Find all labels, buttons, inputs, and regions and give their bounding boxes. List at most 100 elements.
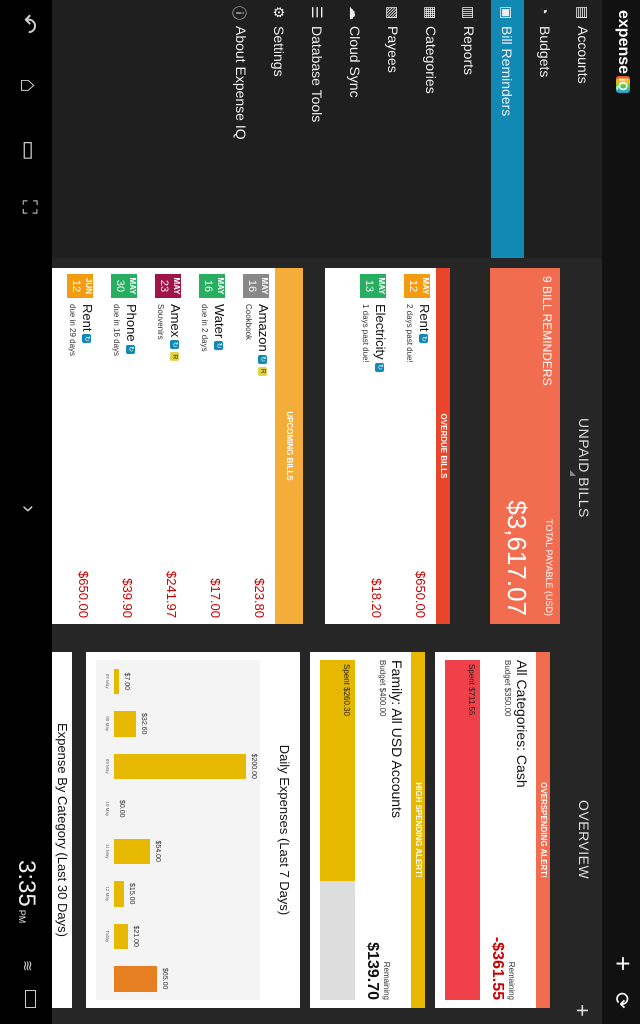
bill-subtitle: due in 16 days — [112, 304, 121, 357]
recents-icon[interactable]: ▭ — [16, 140, 42, 161]
chart-bar — [114, 881, 124, 907]
bill-day: 16 — [202, 279, 214, 293]
bill-name: Water — [212, 304, 227, 339]
daily-expenses-card[interactable]: Daily Expenses (Last 7 Days) $7.00 $32.60… — [86, 652, 300, 1008]
cloud-icon: ☁ — [347, 6, 363, 20]
drawer-item-cloud[interactable]: ☁ Cloud Sync — [339, 0, 372, 258]
chart-bar — [114, 668, 119, 694]
bill-row[interactable]: MAY 13 Electricity ↻ 1 days past due! $18.20 — [348, 268, 392, 624]
bill-name-wrap: Water ↻ — [212, 304, 227, 351]
chart-value-label: $32.60 — [139, 713, 147, 735]
drawer-item-settings[interactable]: ⚙ Settings — [263, 0, 296, 258]
app-logo[interactable]: expenseiQ — [614, 10, 632, 93]
drawer-item-reports[interactable]: ▥ Reports — [453, 0, 486, 258]
bill-row[interactable]: MAY 12 Rent ↻ 2 days past due! $650.00 — [392, 268, 436, 624]
repeat-icon: ↻ — [125, 344, 135, 354]
clock-time: 3:35 — [13, 860, 40, 907]
bill-day: 13 — [363, 279, 375, 293]
chart-tick-label: 07 May — [105, 673, 110, 689]
high-spending-progress: Spent $260.30 — [320, 660, 355, 1000]
bill-day: 12 — [70, 279, 82, 293]
bill-name: Phone — [124, 304, 139, 342]
chart-value-label: $54.00 — [153, 840, 161, 862]
logo-badge: iQ — [616, 76, 630, 93]
chart-tick-label: 11 May — [105, 844, 110, 859]
screenshot-icon[interactable]: ⛶ — [17, 200, 40, 214]
about-icon: ⓘ — [231, 6, 247, 20]
upcoming-header: UPCOMING BILLS — [275, 268, 303, 624]
bill-row[interactable]: MAY 16 Water ↻ due in 2 days $17.00 — [187, 268, 231, 624]
drawer-item-label: Database Tools — [309, 26, 325, 123]
bill-day: 16 — [246, 279, 258, 293]
drawer-item-budgets[interactable]: ◔ Budgets — [529, 0, 562, 258]
bill-row[interactable]: MAY 30 Phone ↻ due in 16 days $39.90 — [99, 268, 143, 624]
bill-date-badge: MAY 23 — [155, 274, 181, 298]
bill-subtitle: Souvenirs — [156, 304, 165, 340]
bill-name-wrap: Electricity ↻ — [373, 304, 388, 372]
high-spending-name: Family: All USD Accounts — [389, 660, 405, 818]
bill-name-wrap: Amex ↻ R — [168, 304, 183, 362]
bill-reminders-icon: ▣ — [499, 6, 515, 20]
refresh-icon[interactable]: ⟳ — [609, 992, 634, 1009]
drawer-item-label: Budgets — [537, 26, 553, 78]
add-widget-icon[interactable]: + — [570, 1004, 595, 1017]
drawer-item-label: Accounts — [575, 26, 591, 84]
category-expenses-card[interactable]: Expense By Category (Last 30 Days) — [52, 652, 72, 1008]
bill-summary-card[interactable]: 9 BILL REMINDERS TOTAL PAYABLE (USD) $3,… — [490, 268, 560, 624]
overspending-card[interactable]: OVERSPENDING ALERT! All Categories: Cash… — [435, 652, 550, 1008]
drawer-item-accounts[interactable]: ▤ Accounts — [567, 0, 600, 258]
bill-month: MAY — [377, 277, 386, 295]
daily-chart-title: Daily Expenses (Last 7 Days) — [277, 744, 292, 916]
panel-corner-icon — [570, 470, 576, 476]
bill-subtitle: 2 days past due! — [405, 304, 414, 363]
battery-icon — [25, 990, 36, 1008]
bill-subtitle: Cookbook — [244, 304, 253, 341]
bill-name-wrap: Rent ↻ — [417, 304, 432, 344]
expand-arrow-icon[interactable]: › — [16, 505, 42, 512]
high-spending-card[interactable]: HIGH SPENDING ALERT! Family: All USD Acc… — [310, 652, 425, 1008]
add-icon[interactable]: + — [607, 956, 638, 971]
overspending-budget: Budget $350.00 — [503, 660, 512, 717]
chart-bar — [114, 753, 246, 779]
bill-row[interactable]: MAY 23 Amex ↻ R Souvenirs $241.97 — [143, 268, 187, 624]
bill-name: Rent — [80, 304, 95, 332]
drawer-item-about[interactable]: ⓘ About Expense IQ — [225, 0, 258, 258]
bill-month: MAY — [128, 277, 137, 295]
category-chart-title: Expense By Category (Last 30 Days) — [55, 723, 70, 937]
bill-subtitle: due in 29 days — [68, 304, 77, 357]
recurring-tag-icon: R — [257, 366, 267, 376]
chart-bar — [114, 966, 157, 992]
chart-tick-label: 08 May — [105, 716, 110, 732]
bill-row[interactable]: JUN 12 Rent ↻ due in 29 days $650.00 — [55, 268, 99, 624]
bill-amount: $241.97 — [164, 571, 179, 618]
chart-bar — [114, 711, 136, 737]
drawer-item-payees[interactable]: ▧ Payees — [377, 0, 410, 258]
overspending-header: OVERSPENDING ALERT! — [536, 652, 550, 1008]
back-icon[interactable]: ↶ — [13, 14, 42, 34]
drawer-item-categories[interactable]: ▦ Categories — [415, 0, 448, 258]
bill-name: Electricity — [373, 304, 388, 360]
bill-row[interactable]: MAY 16 Amazon ↻ R Cookbook $23.80 — [231, 268, 275, 624]
drawer-item-label: Settings — [271, 26, 287, 77]
repeat-icon: ↻ — [257, 354, 267, 364]
bill-amount: $23.80 — [252, 578, 267, 618]
overview-title: OVERVIEW — [576, 800, 592, 880]
bill-day: 23 — [158, 279, 170, 293]
bill-subtitle: 1 days past due! — [361, 304, 370, 363]
overspending-remaining: -$361.55 — [489, 936, 506, 1000]
accounts-icon: ▤ — [575, 6, 591, 20]
repeat-icon: ↻ — [213, 341, 223, 351]
logo-text: expense — [615, 10, 632, 75]
bill-count: 9 BILL REMINDERS — [540, 276, 554, 386]
home-icon[interactable]: ⌂ — [14, 78, 42, 93]
drawer-item-label: Cloud Sync — [347, 26, 363, 98]
bill-date-badge: MAY 13 — [360, 274, 386, 298]
chart-value-label: $21.00 — [131, 925, 139, 947]
drawer-item-database[interactable]: ☰ Database Tools — [301, 0, 334, 258]
bill-amount: $650.00 — [76, 571, 91, 618]
chart-bar — [114, 838, 150, 864]
drawer-item-label: Bill Reminders — [499, 26, 515, 117]
drawer-item-bill-reminders[interactable]: ▣ Bill Reminders — [491, 0, 524, 258]
bill-amount: $39.90 — [120, 578, 135, 618]
high-spending-remaining-label: Remaining — [382, 961, 391, 1000]
